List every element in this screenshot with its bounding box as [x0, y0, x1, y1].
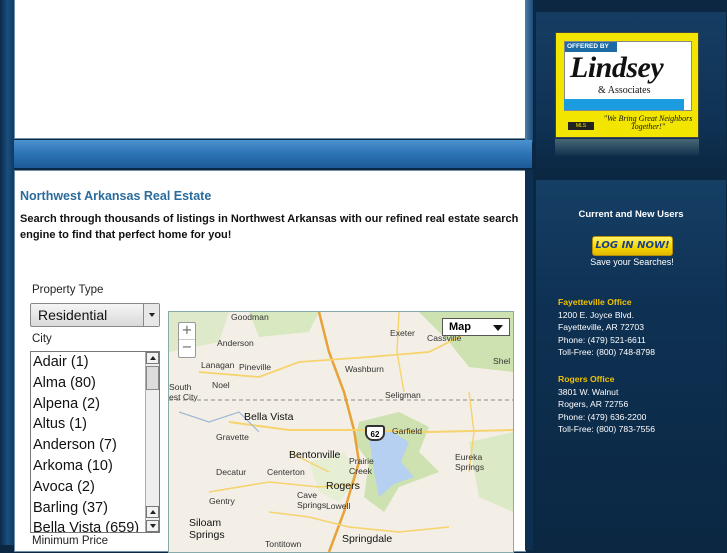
logo-reflection [555, 139, 699, 157]
office-address: 3801 W. Walnut [558, 386, 619, 397]
map-town: Bella Vista [244, 411, 294, 423]
users-heading: Current and New Users [578, 209, 684, 220]
map-town: Cave [297, 490, 318, 500]
header-band [14, 140, 532, 168]
office-fayetteville: Fayetteville Office 1200 E. Joyce Blvd. … [558, 296, 655, 359]
city-option[interactable]: Anderson (7) [31, 435, 159, 456]
map-town: Gravette [216, 432, 249, 442]
content-edge [525, 170, 533, 550]
office-phone: Phone: (479) 636-2200 [558, 411, 647, 422]
map-town: Goodman [231, 312, 269, 322]
city-option[interactable]: Arkoma (10) [31, 456, 159, 477]
scroll-up-button-lower[interactable] [146, 506, 159, 518]
save-searches-text: Save your Searches! [590, 257, 674, 267]
city-option[interactable]: Altus (1) [31, 414, 159, 435]
chevron-down-icon [493, 325, 503, 331]
city-option[interactable]: Bella Vista (659) [31, 518, 159, 532]
property-type-value: Residential [38, 307, 108, 323]
map-town: Springs [189, 529, 225, 541]
map-town: Garfield [392, 426, 423, 436]
map-town: Rogers [326, 480, 360, 492]
office-tollfree: Toll-Free: (800) 748-8798 [558, 347, 655, 358]
property-type-select[interactable]: Residential [30, 303, 160, 327]
map-town: South [169, 382, 192, 392]
city-list[interactable]: Adair (1) Alma (80) Alpena (2) Altus (1)… [30, 351, 160, 533]
logo-offered-by: OFFERED BY [567, 43, 609, 50]
left-edge-bar [0, 0, 14, 545]
map-town: Pineville [239, 362, 272, 372]
listing-map[interactable]: Goodman Anderson Exeter Cassville Shel L… [168, 311, 514, 553]
map-town: Bentonville [289, 449, 341, 461]
chevron-down-icon[interactable] [143, 304, 159, 326]
city-label: City [32, 333, 52, 345]
office-city: Fayetteville, AR 72703 [558, 322, 644, 333]
map-town: Springs [297, 500, 327, 510]
city-option[interactable]: Adair (1) [31, 352, 159, 373]
property-type-label: Property Type [32, 284, 104, 296]
map-town: Lowell [326, 501, 351, 511]
map-town: Anderson [217, 338, 254, 348]
map-town: Springs [455, 462, 485, 472]
city-option[interactable]: Alpena (2) [31, 394, 159, 415]
map-town: Springdale [342, 533, 393, 545]
zoom-in-button[interactable]: + [179, 323, 195, 339]
main-content: Northwest Arkansas Real Estate Search th… [14, 170, 526, 553]
office-name: Fayetteville Office [558, 297, 632, 307]
map-town: Prairie [349, 456, 374, 466]
office-name: Rogers Office [558, 374, 615, 384]
min-price-label: Minimum Price [32, 535, 109, 547]
map-town: Decatur [216, 467, 247, 477]
office-address: 1200 E. Joyce Blvd. [558, 309, 634, 320]
map-town: Lanagan [201, 360, 235, 370]
company-logo[interactable]: OFFERED BY Lindsey & Associates MLS "We … [555, 32, 699, 138]
city-option[interactable]: Barling (37) [31, 498, 159, 519]
sidebar-box [536, 180, 726, 545]
map-town: Seligman [385, 390, 421, 400]
map-town: Siloam [189, 517, 222, 529]
page-title: Northwest Arkansas Real Estate [20, 189, 212, 203]
map-town: Creek [349, 466, 372, 476]
map-town: Washburn [345, 364, 384, 374]
map-town: Centerton [267, 467, 305, 477]
city-option[interactable]: Avoca (2) [31, 477, 159, 498]
highway-shield: 62 [365, 425, 385, 441]
map-town: Eureka [455, 452, 483, 462]
map-type-dropdown[interactable]: Map [442, 318, 510, 336]
map-town: Exeter [390, 328, 415, 338]
login-button[interactable]: LOG IN NOW! [592, 236, 673, 256]
scroll-down-button[interactable] [146, 520, 159, 532]
map-town: Gentry [209, 496, 235, 506]
intro-text: Search through thousands of listings in … [20, 213, 519, 241]
office-city: Rogers, AR 72756 [558, 399, 629, 410]
city-list-scrollbar[interactable] [145, 352, 159, 532]
map-town: Tontitown [265, 539, 302, 549]
map-type-label: Map [449, 321, 471, 333]
office-phone: Phone: (479) 521-6611 [558, 334, 646, 345]
scroll-up-button[interactable] [146, 352, 159, 364]
office-rogers: Rogers Office 3801 W. Walnut Rogers, AR … [558, 373, 655, 436]
map-town: Shel [493, 356, 511, 366]
top-banner-panel [14, 0, 526, 139]
scroll-thumb[interactable] [146, 366, 159, 390]
logo-blue-bar [564, 99, 684, 110]
city-option[interactable]: Alma (80) [31, 373, 159, 394]
office-tollfree: Toll-Free: (800) 783-7556 [558, 424, 655, 435]
logo-name: Lindsey [570, 51, 664, 84]
zoom-out-button[interactable]: − [179, 340, 195, 356]
map-town: est City [169, 392, 198, 402]
map-zoom-control[interactable]: + − [178, 322, 196, 358]
map-town: Noel [212, 380, 230, 390]
mls-badge: MLS [568, 122, 594, 130]
logo-tagline: "We Bring Great Neighbors Together!" [603, 114, 693, 131]
logo-associates: & Associates [598, 85, 651, 96]
top-panel-edge [525, 0, 533, 142]
